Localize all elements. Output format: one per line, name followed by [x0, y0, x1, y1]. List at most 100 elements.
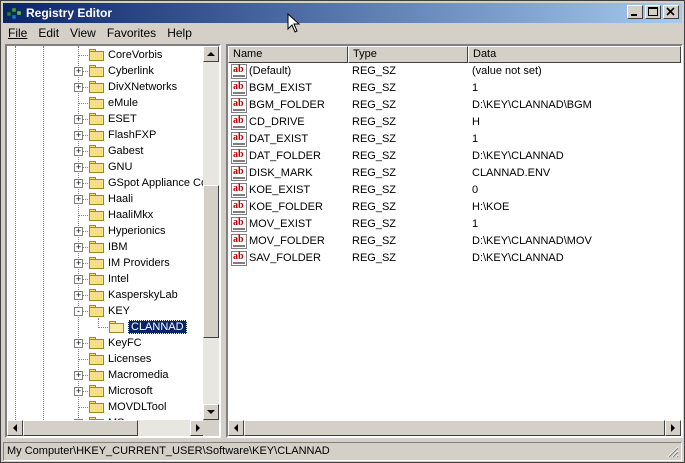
value-row[interactable]: ab (Default) REG_SZ (value not set) [228, 63, 681, 80]
tree-item[interactable]: IM Providers [89, 255, 170, 271]
collapse-icon[interactable]: - [74, 307, 83, 316]
maximize-button[interactable] [645, 5, 661, 19]
menu-edit[interactable]: Edit [33, 26, 64, 40]
arrow-right-icon [671, 424, 675, 432]
tree-item[interactable]: FlashFXP [89, 127, 156, 143]
value-row[interactable]: ab CD_DRIVE REG_SZ H [228, 114, 681, 131]
tree-item[interactable]: Cyberlink [89, 63, 154, 79]
scroll-left-button[interactable] [7, 420, 23, 436]
column-header-type[interactable]: Type [348, 46, 468, 63]
tree-item-subkey[interactable]: CLANNAD [109, 319, 187, 335]
value-name: BGM_EXIST [249, 82, 312, 94]
list-header: Name Type Data [228, 46, 681, 63]
resize-grip-icon[interactable] [667, 446, 679, 458]
column-header-data[interactable]: Data [468, 46, 681, 63]
tree-item[interactable]: DivXNetworks [89, 79, 177, 95]
tree-vertical-scrollbar[interactable] [203, 46, 219, 420]
value-data: D:\KEY\CLANNAD [472, 150, 564, 162]
tree-item-label: KeyFC [108, 337, 142, 349]
menu-view[interactable]: View [65, 26, 101, 40]
expand-icon[interactable]: + [74, 387, 83, 396]
tree-connector [78, 359, 88, 360]
expand-icon[interactable]: + [74, 83, 83, 92]
tree-item[interactable]: HaaliMkx [89, 207, 153, 223]
value-data: 1 [472, 133, 479, 145]
expand-icon[interactable]: + [74, 179, 83, 188]
tree-item[interactable]: MOVDLTool [89, 399, 166, 415]
tree-item[interactable]: KasperskyLab [89, 287, 178, 303]
title-bar[interactable]: Registry Editor [3, 3, 682, 23]
expand-icon[interactable]: + [74, 275, 83, 284]
menu-file[interactable]: File [3, 26, 32, 40]
tree-item[interactable]: Microsoft [89, 383, 153, 399]
tree-horizontal-scrollbar[interactable] [7, 420, 206, 436]
list-hscroll-thumb[interactable] [244, 420, 665, 436]
tree-hscroll-thumb[interactable] [23, 420, 138, 436]
tree-item[interactable]: Haali [89, 191, 133, 207]
value-row[interactable]: ab BGM_EXIST REG_SZ 1 [228, 80, 681, 97]
tree-item-label: eMule [108, 97, 138, 109]
column-header-name[interactable]: Name [228, 46, 348, 63]
menu-help[interactable]: Help [162, 26, 197, 40]
tree-item[interactable]: KEY [89, 303, 130, 319]
expand-icon[interactable]: + [74, 67, 83, 76]
tree-item[interactable]: GNU [89, 159, 132, 175]
string-value-icon: ab [231, 81, 247, 96]
value-type: REG_SZ [352, 235, 397, 247]
tree-item[interactable]: ESET [89, 111, 137, 127]
tree-item[interactable]: eMule [89, 95, 138, 111]
value-row[interactable]: ab BGM_FOLDER REG_SZ D:\KEY\CLANNAD\BGM [228, 97, 681, 114]
value-row[interactable]: ab KOE_EXIST REG_SZ 0 [228, 182, 681, 199]
value-row[interactable]: ab SAV_FOLDER REG_SZ D:\KEY\CLANNAD [228, 250, 681, 267]
expand-icon[interactable]: + [74, 195, 83, 204]
value-row[interactable]: ab DAT_EXIST REG_SZ 1 [228, 131, 681, 148]
tree-item[interactable]: Macromedia [89, 367, 169, 383]
expand-icon[interactable]: + [74, 131, 83, 140]
expand-icon[interactable]: + [74, 371, 83, 380]
value-row[interactable]: ab MOV_EXIST REG_SZ 1 [228, 216, 681, 233]
list-scroll-left-button[interactable] [228, 420, 244, 436]
registry-values-list[interactable]: Name Type Data ab (Default) REG_SZ (value n… [226, 44, 683, 438]
tree-item[interactable]: IBM [89, 239, 128, 255]
tree-item[interactable]: Licenses [89, 351, 151, 367]
scroll-up-button[interactable] [203, 46, 219, 62]
tree-item-label: IBM [108, 241, 128, 253]
value-data: CLANNAD.ENV [472, 167, 551, 179]
tree-item[interactable]: GSpot Appliance Cor [89, 175, 206, 191]
value-name: BGM_FOLDER [249, 99, 325, 111]
expand-icon[interactable]: + [74, 227, 83, 236]
mouse-pointer-icon [287, 13, 301, 33]
value-row[interactable]: ab KOE_FOLDER REG_SZ H:\KOE [228, 199, 681, 216]
tree-item[interactable]: CoreVorbis [89, 47, 162, 63]
expand-icon[interactable]: + [74, 115, 83, 124]
expand-icon[interactable]: + [74, 163, 83, 172]
status-bar: My Computer\HKEY_CURRENT_USER\Software\K… [3, 442, 682, 461]
scroll-down-button[interactable] [203, 404, 219, 420]
folder-icon [89, 96, 105, 110]
value-row[interactable]: ab MOV_FOLDER REG_SZ D:\KEY\CLANNAD\MOV [228, 233, 681, 250]
value-row[interactable]: ab DISK_MARK REG_SZ CLANNAD.ENV [228, 165, 681, 182]
value-name: MOV_FOLDER [249, 235, 325, 247]
string-value-icon: ab [231, 251, 247, 266]
list-scroll-right-button[interactable] [665, 420, 681, 436]
expand-icon[interactable]: + [74, 291, 83, 300]
registry-key-tree[interactable]: CoreVorbis Cyberlink + DivXNetworks + eMule ES… [5, 44, 221, 438]
expand-icon[interactable]: + [74, 259, 83, 268]
value-row[interactable]: ab DAT_FOLDER REG_SZ D:\KEY\CLANNAD [228, 148, 681, 165]
close-button[interactable] [663, 5, 679, 19]
menu-favorites[interactable]: Favorites [102, 26, 161, 40]
tree-item-label: Microsoft [108, 385, 153, 397]
folder-icon [89, 272, 105, 286]
expand-icon[interactable]: + [74, 147, 83, 156]
expand-icon[interactable]: + [74, 243, 83, 252]
tree-item[interactable]: KeyFC [89, 335, 142, 351]
tree-connector [78, 215, 88, 216]
expand-icon[interactable]: + [74, 339, 83, 348]
minimize-button[interactable] [627, 5, 643, 19]
tree-scroll-thumb[interactable] [203, 185, 219, 338]
tree-item[interactable]: Gabest [89, 143, 143, 159]
tree-item[interactable]: Hyperionics [89, 223, 165, 239]
value-name: CD_DRIVE [249, 116, 305, 128]
tree-item[interactable]: Intel [89, 271, 129, 287]
list-horizontal-scrollbar[interactable] [228, 420, 681, 436]
